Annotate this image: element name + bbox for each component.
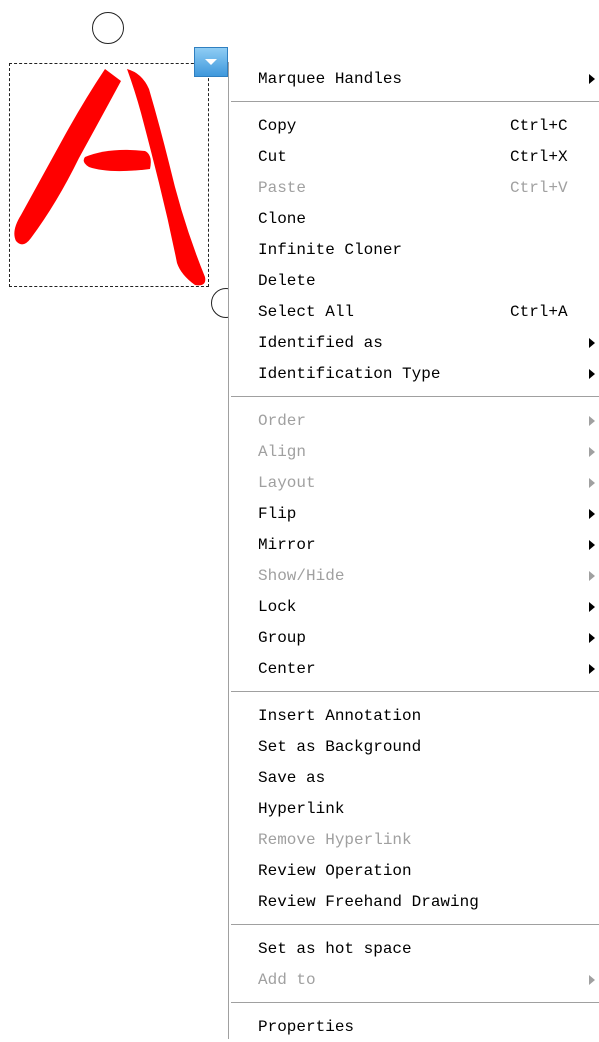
menu-item-copy[interactable]: Copy Ctrl+C	[229, 111, 599, 141]
menu-item-label: Marquee Handles	[258, 70, 403, 88]
menu-item-review-freehand-drawing[interactable]: Review Freehand Drawing	[229, 887, 599, 917]
menu-item-infinite-cloner[interactable]: Infinite Cloner	[229, 235, 599, 265]
menu-item-label: Delete	[258, 272, 316, 290]
menu-item-set-as-background[interactable]: Set as Background	[229, 732, 599, 762]
menu-item-clone[interactable]: Clone	[229, 204, 599, 234]
chevron-down-icon	[205, 59, 217, 65]
menu-separator	[231, 691, 599, 693]
menu-item-properties[interactable]: Properties	[229, 1012, 599, 1042]
menu-item-label: Align	[258, 443, 307, 461]
menu-item-label: Save as	[258, 769, 326, 787]
menu-item-review-operation[interactable]: Review Operation	[229, 856, 599, 886]
menu-item-label: Lock	[258, 598, 297, 616]
menu-item-flip[interactable]: Flip	[229, 499, 599, 529]
menu-item-set-as-hot-space[interactable]: Set as hot space	[229, 934, 599, 964]
menu-item-label: Copy	[258, 117, 297, 135]
menu-separator	[231, 924, 599, 926]
menu-item-identification-type[interactable]: Identification Type	[229, 359, 599, 389]
menu-item-label: Hyperlink	[258, 800, 345, 818]
menu-item-label: Properties	[258, 1018, 355, 1036]
submenu-arrow-icon	[589, 633, 595, 643]
menu-item-label: Cut	[258, 148, 287, 166]
menu-item-shortcut: Ctrl+V	[510, 179, 568, 197]
menu-item-label: Insert Annotation	[258, 707, 422, 725]
menu-item-label: Paste	[258, 179, 307, 197]
menu-item-label: Identified as	[258, 334, 383, 352]
menu-item-layout[interactable]: Layout	[229, 468, 599, 498]
menu-item-delete[interactable]: Delete	[229, 266, 599, 296]
submenu-arrow-icon	[589, 571, 595, 581]
menu-item-label: Flip	[258, 505, 297, 523]
submenu-arrow-icon	[589, 509, 595, 519]
menu-item-label: Order	[258, 412, 307, 430]
menu-item-label: Center	[258, 660, 316, 678]
submenu-arrow-icon	[589, 338, 595, 348]
menu-item-select-all[interactable]: Select All Ctrl+A	[229, 297, 599, 327]
menu-item-shortcut: Ctrl+X	[510, 148, 568, 166]
selection-marquee	[9, 63, 209, 287]
object-menu-button[interactable]	[194, 47, 228, 77]
menu-item-group[interactable]: Group	[229, 623, 599, 653]
submenu-arrow-icon	[589, 74, 595, 84]
menu-item-label: Infinite Cloner	[258, 241, 403, 259]
menu-item-label: Layout	[258, 474, 316, 492]
menu-separator	[231, 101, 599, 103]
menu-item-label: Set as hot space	[258, 940, 412, 958]
rotate-handle[interactable]	[92, 12, 124, 44]
menu-item-center[interactable]: Center	[229, 654, 599, 684]
menu-item-identified-as[interactable]: Identified as	[229, 328, 599, 358]
menu-item-shortcut: Ctrl+A	[510, 303, 568, 321]
submenu-arrow-icon	[589, 478, 595, 488]
menu-item-shortcut: Ctrl+C	[510, 117, 568, 135]
menu-item-label: Show/Hide	[258, 567, 345, 585]
submenu-arrow-icon	[589, 664, 595, 674]
menu-item-remove-hyperlink[interactable]: Remove Hyperlink	[229, 825, 599, 855]
submenu-arrow-icon	[589, 540, 595, 550]
menu-item-label: Select All	[258, 303, 355, 321]
menu-item-order[interactable]: Order	[229, 406, 599, 436]
menu-separator	[231, 396, 599, 398]
menu-item-label: Add to	[258, 971, 316, 989]
menu-item-show-hide[interactable]: Show/Hide	[229, 561, 599, 591]
menu-item-label: Clone	[258, 210, 307, 228]
submenu-arrow-icon	[589, 975, 595, 985]
menu-item-hyperlink[interactable]: Hyperlink	[229, 794, 599, 824]
menu-item-label: Set as Background	[258, 738, 422, 756]
submenu-arrow-icon	[589, 447, 595, 457]
menu-item-align[interactable]: Align	[229, 437, 599, 467]
menu-item-marquee-handles[interactable]: Marquee Handles	[229, 64, 599, 94]
menu-item-label: Group	[258, 629, 307, 647]
menu-item-label: Remove Hyperlink	[258, 831, 412, 849]
menu-item-label: Identification Type	[258, 365, 441, 383]
menu-separator	[231, 1002, 599, 1004]
menu-item-save-as[interactable]: Save as	[229, 763, 599, 793]
menu-item-paste[interactable]: Paste Ctrl+V	[229, 173, 599, 203]
menu-item-label: Review Freehand Drawing	[258, 893, 479, 911]
context-menu: Marquee Handles Copy Ctrl+C Cut Ctrl+X Paste C…	[228, 62, 599, 1039]
menu-item-add-to[interactable]: Add to	[229, 965, 599, 995]
submenu-arrow-icon	[589, 602, 595, 612]
submenu-arrow-icon	[589, 369, 595, 379]
menu-item-insert-annotation[interactable]: Insert Annotation	[229, 701, 599, 731]
menu-item-lock[interactable]: Lock	[229, 592, 599, 622]
menu-item-cut[interactable]: Cut Ctrl+X	[229, 142, 599, 172]
menu-item-label: Review Operation	[258, 862, 412, 880]
submenu-arrow-icon	[589, 416, 595, 426]
menu-item-mirror[interactable]: Mirror	[229, 530, 599, 560]
menu-item-label: Mirror	[258, 536, 316, 554]
